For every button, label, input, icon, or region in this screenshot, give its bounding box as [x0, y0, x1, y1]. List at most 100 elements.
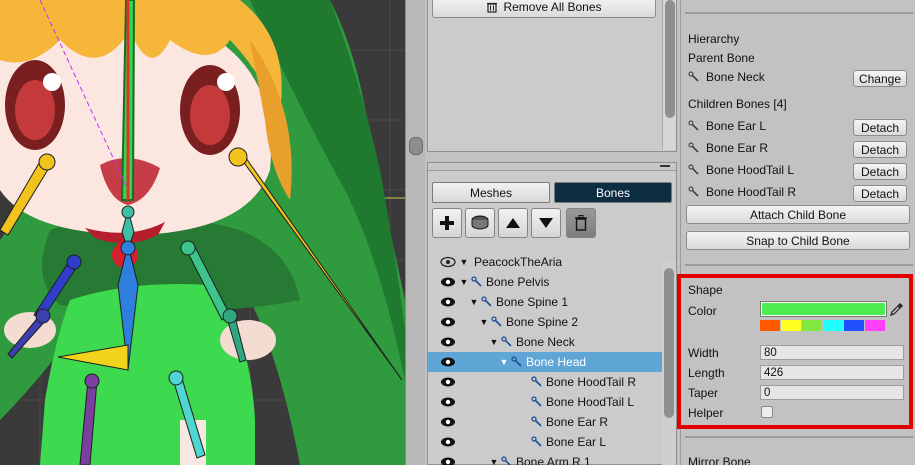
- tree-row-label: Bone Neck: [516, 335, 575, 349]
- upper-scrollbar[interactable]: [662, 0, 676, 150]
- bone-link-icon: [481, 296, 492, 307]
- tree-row-label: Bone Pelvis: [486, 275, 550, 289]
- expand-arrow[interactable]: ▼: [489, 457, 499, 465]
- tree-row-label: Bone Arm R 1: [516, 455, 591, 465]
- tree-scrollbar[interactable]: [662, 260, 676, 465]
- move-bone-up-button[interactable]: [498, 208, 528, 238]
- viewport-splitter[interactable]: [405, 0, 425, 465]
- move-bone-down-button[interactable]: [531, 208, 561, 238]
- triangle-up-icon: [506, 218, 520, 228]
- bone-icon: [688, 142, 699, 153]
- tree-row-label: Bone Ear L: [546, 435, 607, 449]
- tree-root-label: PeacockTheAria: [474, 255, 563, 269]
- tab-bones-label: Bones: [595, 185, 631, 200]
- expand-arrow[interactable]: ▼: [489, 337, 499, 347]
- triangle-down-icon: [539, 218, 553, 228]
- parent-bone-value: Bone Neck: [706, 70, 765, 84]
- eye-icon[interactable]: [440, 396, 456, 408]
- delete-bone-button[interactable]: [566, 208, 596, 238]
- bone-icon: [688, 71, 699, 82]
- children-bones-label: Children Bones [4]: [688, 97, 787, 111]
- remove-all-bones-label: Remove All Bones: [503, 0, 602, 14]
- trash-icon: [575, 215, 587, 231]
- tree-row-label: Bone Spine 1: [496, 295, 569, 309]
- tree-row-label: Bone Ear R: [546, 415, 609, 429]
- detach-button[interactable]: Detach: [853, 141, 907, 158]
- divider: [685, 12, 913, 14]
- divider: [685, 436, 913, 438]
- trash-icon: [487, 2, 498, 13]
- tree-row[interactable]: Bone Ear L: [428, 432, 664, 452]
- shape-section-highlight: [677, 274, 913, 429]
- detach-label: Detach: [860, 186, 900, 201]
- detach-button[interactable]: Detach: [853, 185, 907, 202]
- tree-row-label: Bone Head: [526, 355, 587, 369]
- expand-arrow[interactable]: ▼: [459, 257, 469, 267]
- eye-icon[interactable]: [440, 296, 456, 308]
- bone-icon: [688, 164, 699, 175]
- bone-link-icon: [471, 276, 482, 287]
- bone-link-icon: [531, 396, 542, 407]
- child-bone-name: Bone HoodTail L: [706, 163, 795, 177]
- expand-arrow[interactable]: ▼: [469, 297, 479, 307]
- eye-icon[interactable]: [440, 456, 456, 465]
- eye-icon[interactable]: [440, 336, 456, 348]
- add-bone-button[interactable]: [432, 208, 462, 238]
- change-parent-button[interactable]: Change: [853, 70, 907, 87]
- rig-viewport[interactable]: [0, 0, 405, 465]
- detach-button[interactable]: Detach: [853, 119, 907, 136]
- divider: [685, 264, 913, 266]
- bone-link-icon: [531, 376, 542, 387]
- snap-to-child-bone-label: Snap to Child Bone: [746, 233, 850, 248]
- attach-child-bone-label: Attach Child Bone: [749, 207, 847, 222]
- eye-icon[interactable]: [440, 356, 456, 368]
- tree-row[interactable]: Bone HoodTail R: [428, 372, 664, 392]
- eye-outline-icon[interactable]: [440, 256, 456, 268]
- plus-icon: [440, 216, 454, 230]
- expand-arrow[interactable]: ▼: [459, 277, 469, 287]
- remove-all-bones-button[interactable]: Remove All Bones: [432, 0, 656, 18]
- bone-link-icon: [501, 456, 512, 465]
- tree-row[interactable]: ▼ Bone Head: [428, 352, 664, 372]
- detach-label: Detach: [860, 164, 900, 179]
- eye-icon[interactable]: [440, 316, 456, 328]
- eye-icon[interactable]: [440, 416, 456, 428]
- bone-link-icon: [511, 356, 522, 367]
- eye-icon[interactable]: [440, 276, 456, 288]
- tree-row[interactable]: ▼ Bone Neck: [428, 332, 664, 352]
- tree-row[interactable]: Bone HoodTail L: [428, 392, 664, 412]
- tree-row[interactable]: ▼ Bone Spine 2: [428, 312, 664, 332]
- splitter-handle[interactable]: [409, 137, 423, 155]
- upper-panel: Remove All Bones: [427, 0, 677, 152]
- hierarchy-heading: Hierarchy: [688, 32, 740, 46]
- tab-meshes[interactable]: Meshes: [432, 182, 550, 203]
- tree-row[interactable]: ▼ Bone Pelvis: [428, 272, 664, 292]
- expand-arrow[interactable]: ▼: [479, 317, 489, 327]
- eye-icon[interactable]: [440, 376, 456, 388]
- mirror-bone-heading: Mirror Bone: [688, 455, 751, 465]
- eye-icon[interactable]: [440, 436, 456, 448]
- bone-link-icon: [501, 336, 512, 347]
- attach-child-bone-button[interactable]: Attach Child Bone: [686, 205, 910, 224]
- tree-row[interactable]: ▼ Bone Arm R 1: [428, 452, 664, 465]
- tree-root[interactable]: ▼ PeacockTheAria: [428, 252, 664, 272]
- child-bone-name: Bone Ear R: [706, 141, 769, 155]
- tree-row[interactable]: Bone Ear R: [428, 412, 664, 432]
- bone-link-icon: [531, 436, 542, 447]
- tab-meshes-label: Meshes: [469, 185, 513, 200]
- tree-row-label: Bone HoodTail L: [546, 395, 635, 409]
- character-rig-canvas[interactable]: [0, 0, 405, 465]
- tree-scrollbar-thumb[interactable]: [664, 268, 674, 418]
- collapse-icon[interactable]: [660, 165, 670, 167]
- expand-arrow[interactable]: ▼: [499, 357, 509, 367]
- tree-row-label: Bone HoodTail R: [546, 375, 637, 389]
- bone-link-icon: [531, 416, 542, 427]
- snap-to-child-bone-button[interactable]: Snap to Child Bone: [686, 231, 910, 250]
- upper-scrollbar-thumb[interactable]: [665, 0, 675, 118]
- tab-bones[interactable]: Bones: [554, 182, 672, 203]
- disc-icon: [471, 215, 489, 230]
- detach-button[interactable]: Detach: [853, 163, 907, 180]
- tree-row[interactable]: ▼ Bone Spine 1: [428, 292, 664, 312]
- bone-list-panel: Remove All Bones Meshes Bones ▼ PeacockT…: [425, 0, 680, 465]
- bone-layer-button[interactable]: [465, 208, 495, 238]
